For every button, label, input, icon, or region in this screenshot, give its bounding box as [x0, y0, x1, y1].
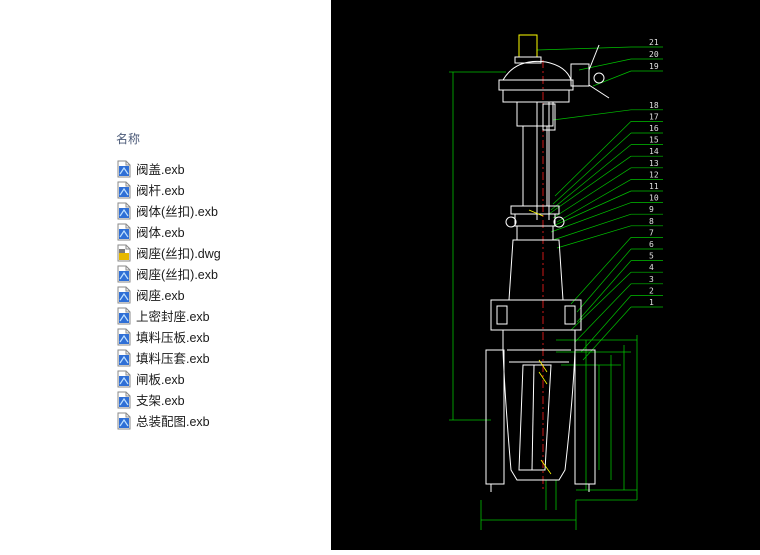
- part-number-label: 12: [649, 170, 659, 179]
- exb-file-icon: [116, 286, 132, 304]
- file-name: 填料压套.exb: [136, 352, 210, 366]
- part-number-label: 6: [649, 240, 654, 249]
- file-name: 阀座(丝扣).dwg: [136, 247, 221, 261]
- part-leader-line: [576, 248, 632, 313]
- file-item[interactable]: 阀座(丝扣).exb: [116, 263, 221, 284]
- part-leader-lines: [536, 46, 663, 361]
- file-name: 阀座.exb: [136, 289, 185, 303]
- part-number-label: 8: [649, 217, 654, 226]
- part-leader-line: [556, 225, 632, 249]
- file-name: 支架.exb: [136, 394, 185, 408]
- file-item[interactable]: 上密封座.exb: [116, 305, 221, 326]
- part-number-label: 5: [649, 252, 654, 261]
- file-item[interactable]: 阀座(丝扣).dwg: [116, 242, 221, 263]
- part-number-label: 4: [649, 263, 654, 272]
- file-name: 填料压板.exb: [136, 331, 210, 345]
- part-leader-line: [552, 190, 632, 227]
- part-leader-line: [580, 295, 632, 353]
- exb-file-icon: [116, 223, 132, 241]
- file-item[interactable]: 支架.exb: [116, 389, 221, 410]
- exb-file-icon: [116, 202, 132, 220]
- file-name: 闸板.exb: [136, 373, 185, 387]
- part-number-label: 19: [649, 62, 659, 71]
- part-leader-line: [550, 144, 632, 211]
- exb-file-icon: [116, 265, 132, 283]
- part-number-labels: 212019181716151413121110987654321: [649, 38, 659, 307]
- cad-drawing-preview: 21 20 19 18 17 16 15 14 13 12 11 10 9 8 7 6 5 4 3 2 1: [331, 0, 760, 550]
- part-leader-line: [548, 155, 632, 215]
- part-leader-line: [552, 109, 632, 121]
- part-leader-line: [576, 260, 632, 323]
- file-item[interactable]: 阀杆.exb: [116, 179, 221, 200]
- exb-file-icon: [116, 412, 132, 430]
- part-number-label: 14: [649, 147, 659, 156]
- file-list-panel: 名称 阀盖.exb 阀杆.exb 阀体(丝扣).exb 阀体.exb 阀座(丝扣).dw…: [0, 0, 331, 550]
- part-leader-line: [570, 271, 632, 331]
- gate-valve-assembly-drawing: 212019181716151413121110987654321: [449, 34, 663, 530]
- part-number-label: 18: [649, 101, 659, 110]
- part-number-label: 11: [649, 182, 659, 191]
- exb-file-icon: [116, 391, 132, 409]
- file-name: 总装配图.exb: [136, 415, 210, 429]
- file-list: 阀盖.exb 阀杆.exb 阀体(丝扣).exb 阀体.exb 阀座(丝扣).dwg 阀座…: [116, 158, 221, 431]
- part-number-label: 13: [649, 159, 659, 168]
- exb-file-icon: [116, 160, 132, 178]
- dwg-file-icon: [116, 244, 132, 262]
- part-number-label: 17: [649, 112, 659, 121]
- part-number-label: 9: [649, 205, 654, 214]
- file-item[interactable]: 阀体(丝扣).exb: [116, 200, 221, 221]
- file-item[interactable]: 填料压板.exb: [116, 326, 221, 347]
- part-number-label: 10: [649, 194, 659, 203]
- file-item[interactable]: 填料压套.exb: [116, 347, 221, 368]
- part-number-label: 16: [649, 124, 659, 133]
- part-leader-line: [552, 132, 632, 205]
- exb-file-icon: [116, 370, 132, 388]
- part-number-label: 20: [649, 50, 659, 59]
- part-number-label: 2: [649, 286, 654, 295]
- part-leader-line: [536, 46, 632, 51]
- part-number-label: 7: [649, 228, 654, 237]
- exb-file-icon: [116, 328, 132, 346]
- file-name: 阀体(丝扣).exb: [136, 205, 218, 219]
- part-number-label: 3: [649, 275, 654, 284]
- part-number-label: 1: [649, 298, 654, 307]
- file-item[interactable]: 阀体.exb: [116, 221, 221, 242]
- file-item[interactable]: 总装配图.exb: [116, 410, 221, 431]
- exb-file-icon: [116, 349, 132, 367]
- file-name: 阀体.exb: [136, 226, 185, 240]
- file-item[interactable]: 阀座.exb: [116, 284, 221, 305]
- file-name: 阀杆.exb: [136, 184, 185, 198]
- part-number-label: 21: [649, 38, 659, 47]
- part-number-label: 15: [649, 136, 659, 145]
- file-name: 阀座(丝扣).exb: [136, 268, 218, 282]
- exb-file-icon: [116, 181, 132, 199]
- column-header-name[interactable]: 名称: [116, 130, 140, 147]
- part-leader-line: [554, 121, 632, 197]
- file-name: 上密封座.exb: [136, 310, 210, 324]
- valve-outline: [485, 34, 610, 492]
- file-name: 阀盖.exb: [136, 163, 185, 177]
- file-item[interactable]: 阀盖.exb: [116, 158, 221, 179]
- file-item[interactable]: 闸板.exb: [116, 368, 221, 389]
- exb-file-icon: [116, 307, 132, 325]
